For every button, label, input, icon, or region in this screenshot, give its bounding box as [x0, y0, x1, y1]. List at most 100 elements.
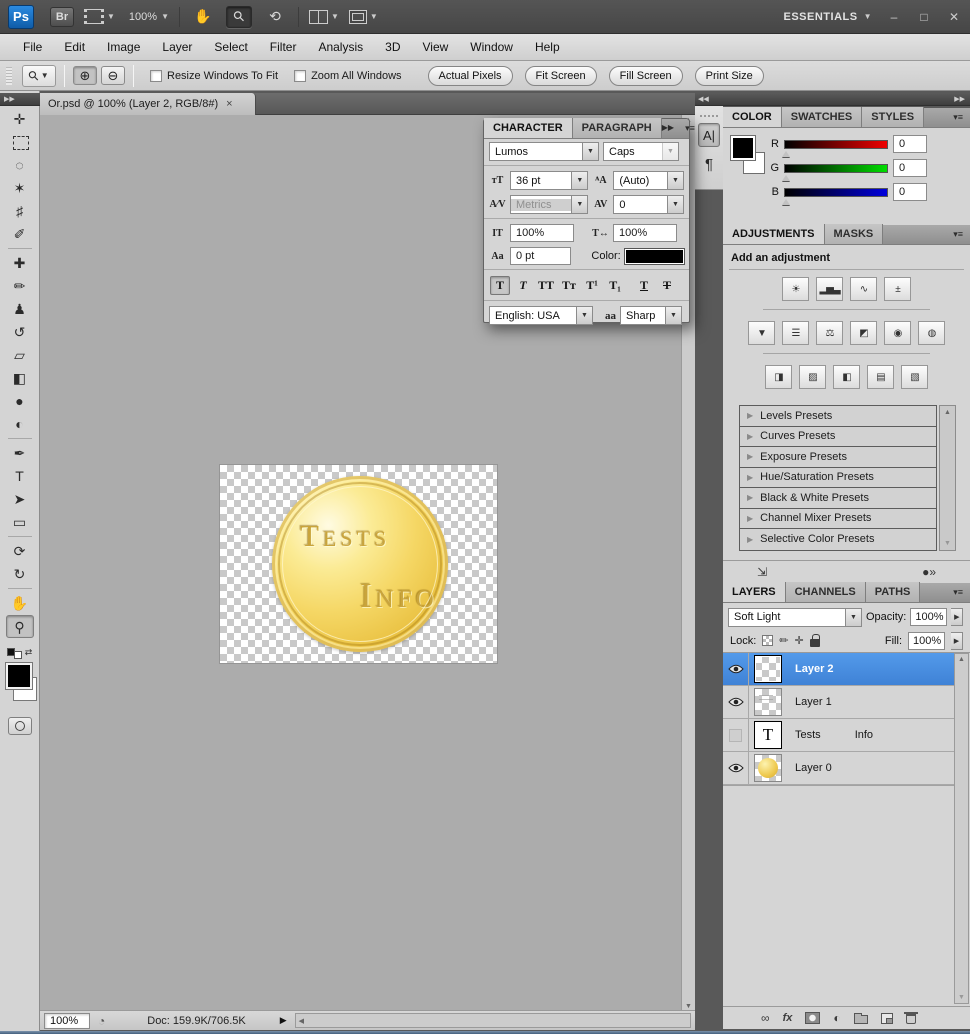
status-flyout-icon[interactable]: ▶ — [280, 1015, 287, 1026]
language-select[interactable]: English: USA ▼ — [489, 306, 593, 325]
opacity-slider-icon[interactable]: ▶ — [951, 608, 963, 626]
levels-presets-item[interactable]: ▶ Levels Presets — [740, 406, 936, 427]
history-brush-tool[interactable]: ↺ — [6, 321, 34, 344]
hand-tool-button[interactable]: ✋ — [190, 6, 216, 28]
red-slider[interactable] — [784, 140, 888, 149]
image-transparency-region[interactable]: Tests Info — [220, 465, 497, 663]
print-size-button[interactable]: Print Size — [695, 66, 764, 86]
green-slider[interactable] — [784, 164, 888, 173]
chevron-down-icon[interactable]: ▼ — [665, 307, 681, 324]
foreground-color-swatch[interactable] — [6, 663, 32, 689]
font-size-select[interactable]: 36 pt ▼ — [510, 171, 588, 190]
marquee-tool[interactable]: ▢ — [6, 131, 34, 154]
scroll-down-icon[interactable]: ▼ — [944, 540, 951, 547]
fill-slider-icon[interactable]: ▶ — [951, 632, 963, 650]
paragraph-panel-icon[interactable]: ¶ — [705, 156, 713, 173]
vibrance-icon[interactable]: ▼ — [748, 321, 775, 345]
screen-mode-button[interactable]: ▼ — [349, 10, 378, 24]
presets-scrollbar[interactable]: ▲ ▼ — [939, 405, 956, 551]
channel-mixer-presets-item[interactable]: ▶ Channel Mixer Presets — [740, 509, 936, 530]
maximize-button[interactable]: □ — [916, 10, 932, 24]
menu-select[interactable]: Select — [203, 34, 258, 60]
3d-orbit-tool[interactable]: ↻ — [6, 563, 34, 586]
tab-layers[interactable]: LAYERS — [723, 582, 786, 602]
tab-character[interactable]: CHARACTER — [484, 118, 573, 138]
faux-bold-button[interactable]: T — [490, 276, 510, 295]
tab-close-icon[interactable]: × — [226, 98, 232, 110]
leading-select[interactable]: (Auto) ▼ — [613, 171, 684, 190]
fill-field[interactable]: 100% — [908, 632, 945, 650]
opacity-field[interactable]: 100% — [910, 608, 947, 626]
curves-icon[interactable]: ∿ — [850, 277, 877, 301]
layer-name-part2[interactable]: Info — [855, 729, 873, 741]
move-tool[interactable]: ✛ — [6, 108, 34, 131]
dock-expand-button[interactable]: ▶▶ — [723, 93, 970, 106]
lock-all-icon[interactable] — [810, 639, 820, 647]
current-tool-badge[interactable]: ⚲ ▼ — [22, 65, 56, 87]
tab-color[interactable]: COLOR — [723, 107, 782, 127]
posterize-icon[interactable]: ▨ — [799, 365, 826, 389]
lock-position-icon[interactable]: ✛ — [795, 634, 804, 647]
scroll-up-icon[interactable]: ▲ — [944, 409, 951, 416]
scroll-left-icon[interactable]: ◀ — [299, 1017, 304, 1025]
crop-tool[interactable]: ♯ — [6, 200, 34, 223]
visibility-toggle[interactable] — [723, 719, 749, 751]
vertical-scale-field[interactable]: 100% — [510, 224, 574, 242]
new-adjustment-layer-icon[interactable]: ◐ — [833, 1011, 840, 1025]
invert-icon[interactable]: ◨ — [765, 365, 792, 389]
panel-menu-icon[interactable]: ▾≡ — [678, 118, 702, 138]
underline-button[interactable]: T — [634, 276, 654, 295]
brush-tool[interactable]: ✏ — [6, 275, 34, 298]
exposure-presets-item[interactable]: ▶ Exposure Presets — [740, 447, 936, 468]
delete-layer-icon[interactable] — [906, 1014, 916, 1024]
hand-tool[interactable]: ✋ — [6, 592, 34, 615]
layer-row-layer2[interactable]: Layer 2 — [723, 653, 954, 686]
clone-stamp-tool[interactable]: ♟ — [6, 298, 34, 321]
lock-pixels-icon[interactable]: ✏ — [779, 634, 788, 647]
menu-window[interactable]: Window — [459, 34, 524, 60]
panel-collapse-icon[interactable]: ▶▶ — [662, 118, 678, 138]
blue-slider[interactable] — [784, 188, 888, 197]
tab-styles[interactable]: STYLES — [862, 107, 924, 127]
horizontal-scrollbar[interactable]: ◀ — [295, 1013, 691, 1028]
hue-saturation-presets-item[interactable]: ▶ Hue/Saturation Presets — [740, 468, 936, 489]
layer-name[interactable]: Tests — [795, 729, 821, 741]
tab-paragraph[interactable]: PARAGRAPH — [573, 118, 662, 138]
layer-thumbnail[interactable] — [754, 655, 782, 683]
layer-name[interactable]: Layer 1 — [795, 696, 832, 708]
fill-screen-button[interactable]: Fill Screen — [609, 66, 683, 86]
new-group-icon[interactable] — [854, 1015, 868, 1024]
layer-thumbnail[interactable] — [754, 754, 782, 782]
panel-menu-icon[interactable]: ▾≡ — [946, 107, 970, 127]
layers-scrollbar[interactable]: ▲ ▼ — [954, 653, 969, 1004]
green-value-field[interactable]: 0 — [893, 159, 927, 177]
menu-analysis[interactable]: Analysis — [307, 34, 374, 60]
zoom-tool-button[interactable]: ⚲ — [226, 6, 252, 28]
visibility-toggle[interactable] — [723, 752, 749, 784]
lasso-tool[interactable]: ◌ — [6, 154, 34, 177]
gradient-map-icon[interactable]: ▤ — [867, 365, 894, 389]
zoom-all-windows-checkbox[interactable]: Zoom All Windows — [294, 70, 401, 82]
layer-name[interactable]: Layer 2 — [795, 663, 834, 675]
scroll-down-icon[interactable]: ▼ — [958, 994, 965, 1001]
channel-mixer-icon[interactable]: ◍ — [918, 321, 945, 345]
bridge-button[interactable]: Br — [50, 7, 74, 27]
path-selection-tool[interactable]: ➤ — [6, 488, 34, 511]
blur-tool[interactable]: ● — [6, 390, 34, 413]
menu-view[interactable]: View — [411, 34, 459, 60]
chevron-down-icon[interactable]: ▼ — [571, 196, 587, 213]
selective-color-icon[interactable]: ▧ — [901, 365, 928, 389]
menu-edit[interactable]: Edit — [53, 34, 96, 60]
panel-menu-icon[interactable]: ▾≡ — [946, 224, 970, 244]
layer-row-layer0[interactable]: Layer 0 — [723, 752, 954, 785]
close-button[interactable]: ✕ — [946, 10, 962, 24]
menu-filter[interactable]: Filter — [259, 34, 308, 60]
layer-row-layer1[interactable]: Layer 1 — [723, 686, 954, 719]
chevron-down-icon[interactable]: ▼ — [667, 172, 683, 189]
tracking-select[interactable]: 0 ▼ — [613, 195, 684, 214]
3d-rotate-tool[interactable]: ⟳ — [6, 540, 34, 563]
photo-filter-icon[interactable]: ◉ — [884, 321, 911, 345]
menu-file[interactable]: File — [12, 34, 53, 60]
selective-color-presets-item[interactable]: ▶ Selective Color Presets — [740, 529, 936, 550]
workspace-switcher[interactable]: ESSENTIALS ▼ — [784, 11, 873, 23]
